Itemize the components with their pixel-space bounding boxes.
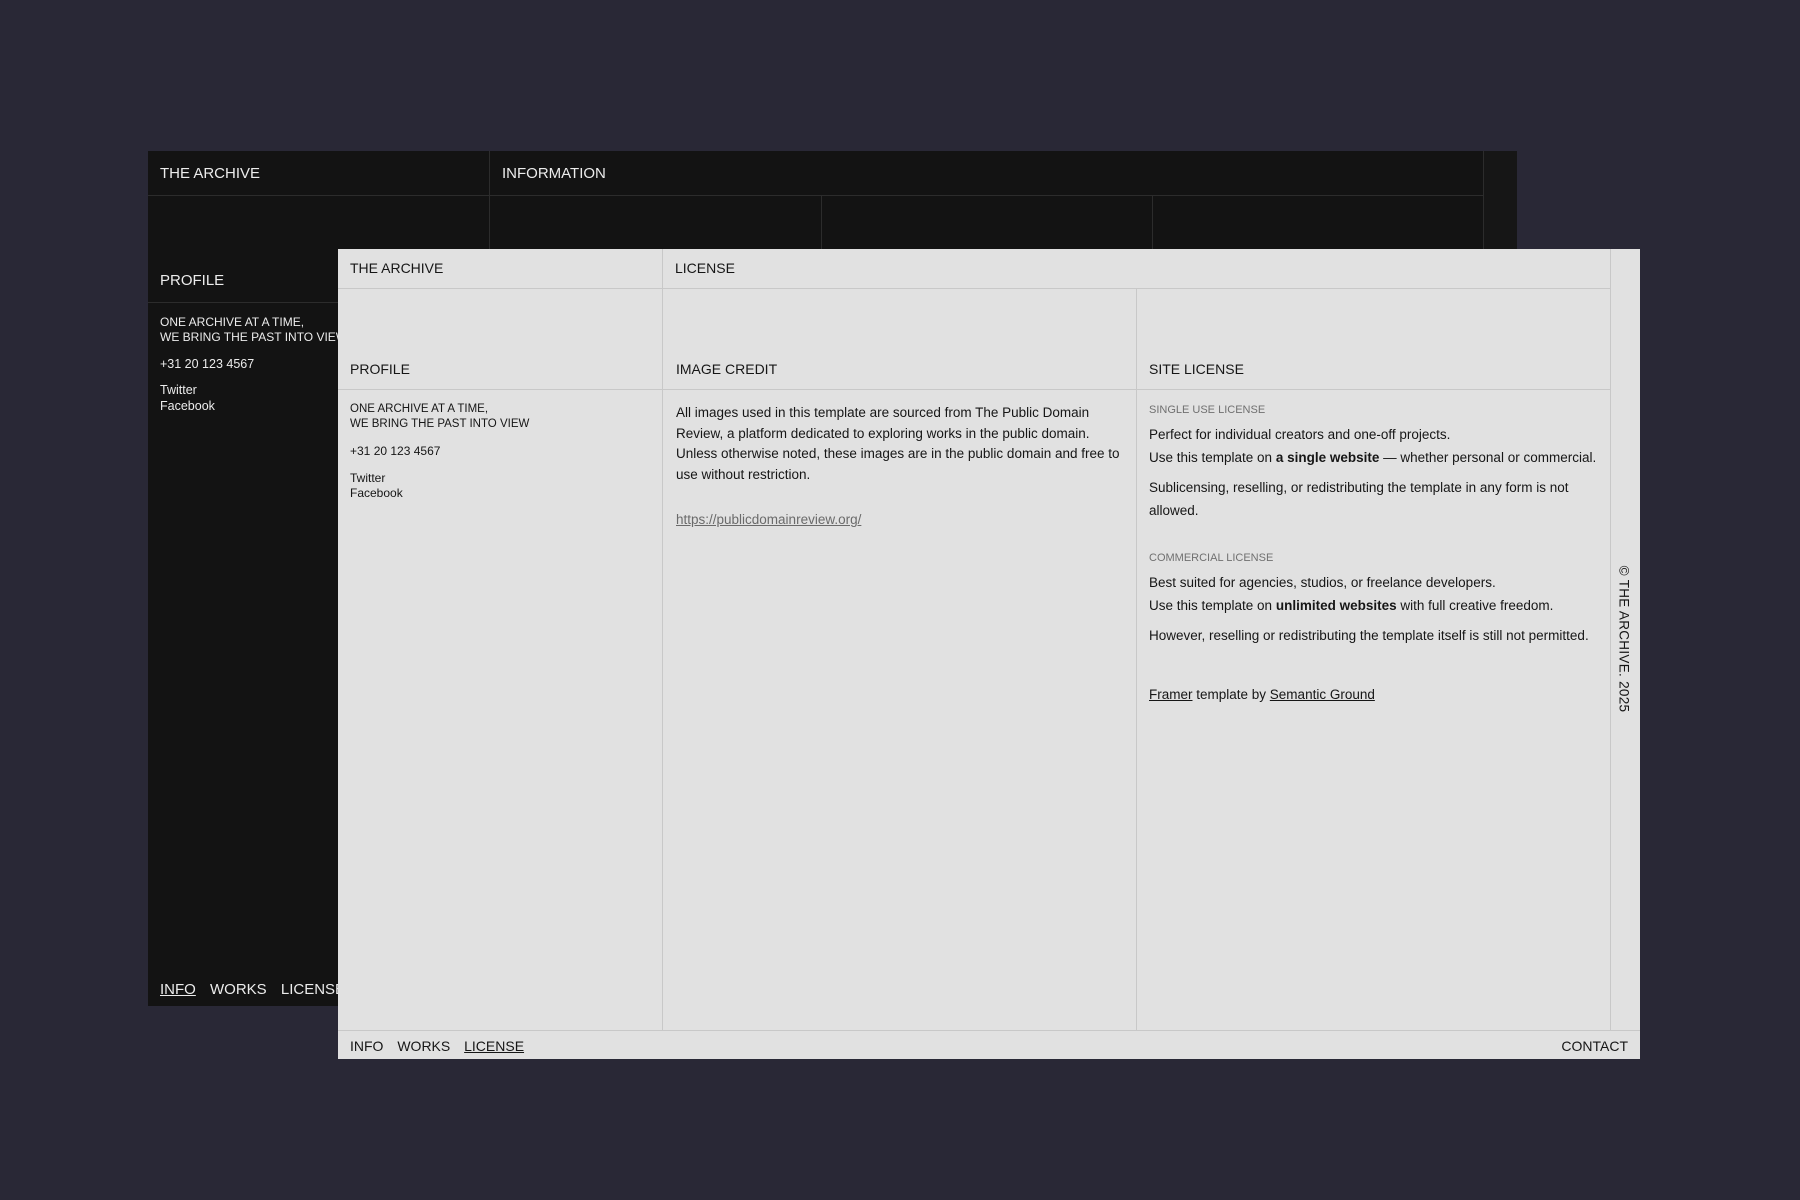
facebook-link[interactable]: Facebook (160, 398, 360, 414)
single-license-line: Use this template on a single website — … (1149, 450, 1597, 465)
tagline-line: WE BRING THE PAST INTO VIEW (160, 330, 348, 344)
image-credit-block: All images used in this template are sou… (676, 403, 1126, 531)
commercial-license-line: Use this template on unlimited websites … (1149, 598, 1554, 613)
tagline-line: ONE ARCHIVE AT A TIME, (160, 315, 305, 329)
commercial-license-line: Best suited for agencies, studios, or fr… (1149, 575, 1496, 590)
tagline-line: ONE ARCHIVE AT A TIME, (350, 403, 489, 415)
footer-bar: INFO WORKS LICENSE CONTACT (338, 1030, 1640, 1060)
nav-license[interactable]: LICENSE (464, 1038, 524, 1054)
license-window-light: THE ARCHIVE LICENSE PROFILE IMAGE CREDIT… (338, 249, 1640, 1059)
site-license-heading: SITE LICENSE (1149, 361, 1244, 377)
image-credit-text: All images used in this template are sou… (676, 405, 1120, 482)
page-title: INFORMATION (502, 165, 606, 182)
single-license-line: Perfect for individual creators and one-… (1149, 427, 1451, 442)
twitter-link[interactable]: Twitter (160, 382, 360, 398)
top-bar: THE ARCHIVE INFORMATION (148, 151, 1484, 196)
framer-link[interactable]: Framer (1149, 687, 1193, 702)
profile-heading: PROFILE (350, 361, 410, 377)
brand-logo[interactable]: THE ARCHIVE (350, 260, 443, 276)
site-license-block: SINGLE USE LICENSE Perfect for individua… (1149, 403, 1609, 706)
semantic-ground-link[interactable]: Semantic Ground (1270, 687, 1375, 702)
contact-link[interactable]: CONTACT (1561, 1038, 1628, 1054)
column-divider (821, 195, 822, 251)
profile-block: ONE ARCHIVE AT A TIME, WE BRING THE PAST… (350, 402, 650, 501)
brand-logo[interactable]: THE ARCHIVE (160, 165, 260, 182)
commercial-license-line: However, reselling or redistributing the… (1149, 628, 1589, 643)
bottom-nav: INFO WORKS LICENSE (160, 981, 355, 998)
phone-link[interactable]: +31 20 123 4567 (160, 357, 360, 372)
nav-info[interactable]: INFO (350, 1038, 383, 1054)
column-divider (1152, 195, 1153, 251)
template-credit: Framer template by Semantic Ground (1149, 687, 1375, 702)
column-divider (1136, 289, 1137, 1030)
profile-block: ONE ARCHIVE AT A TIME, WE BRING THE PAST… (160, 315, 360, 414)
bottom-nav: INFO WORKS LICENSE (350, 1038, 534, 1054)
column-divider (662, 249, 663, 1030)
row-divider (338, 389, 1610, 390)
public-domain-review-link[interactable]: https://publicdomainreview.org/ (676, 510, 861, 531)
commercial-license-title: COMMERCIAL LICENSE (1149, 552, 1274, 564)
page-title: LICENSE (675, 260, 735, 276)
single-license-line: Sublicensing, reselling, or redistributi… (1149, 480, 1569, 518)
nav-works[interactable]: WORKS (210, 981, 267, 998)
facebook-link[interactable]: Facebook (350, 486, 650, 501)
nav-info[interactable]: INFO (160, 981, 196, 998)
column-divider (489, 151, 490, 251)
nav-license[interactable]: LICENSE (281, 981, 345, 998)
tagline-line: WE BRING THE PAST INTO VIEW (350, 418, 530, 430)
profile-heading: PROFILE (160, 272, 225, 289)
image-credit-heading: IMAGE CREDIT (676, 361, 778, 377)
phone-link[interactable]: +31 20 123 4567 (350, 444, 650, 459)
twitter-link[interactable]: Twitter (350, 471, 650, 486)
copyright-vertical: © THE ARCHIVE. 2025 (1616, 565, 1632, 713)
nav-works[interactable]: WORKS (397, 1038, 450, 1054)
row-divider (148, 302, 338, 303)
single-license-title: SINGLE USE LICENSE (1149, 404, 1266, 416)
top-bar: THE ARCHIVE LICENSE (338, 249, 1610, 289)
